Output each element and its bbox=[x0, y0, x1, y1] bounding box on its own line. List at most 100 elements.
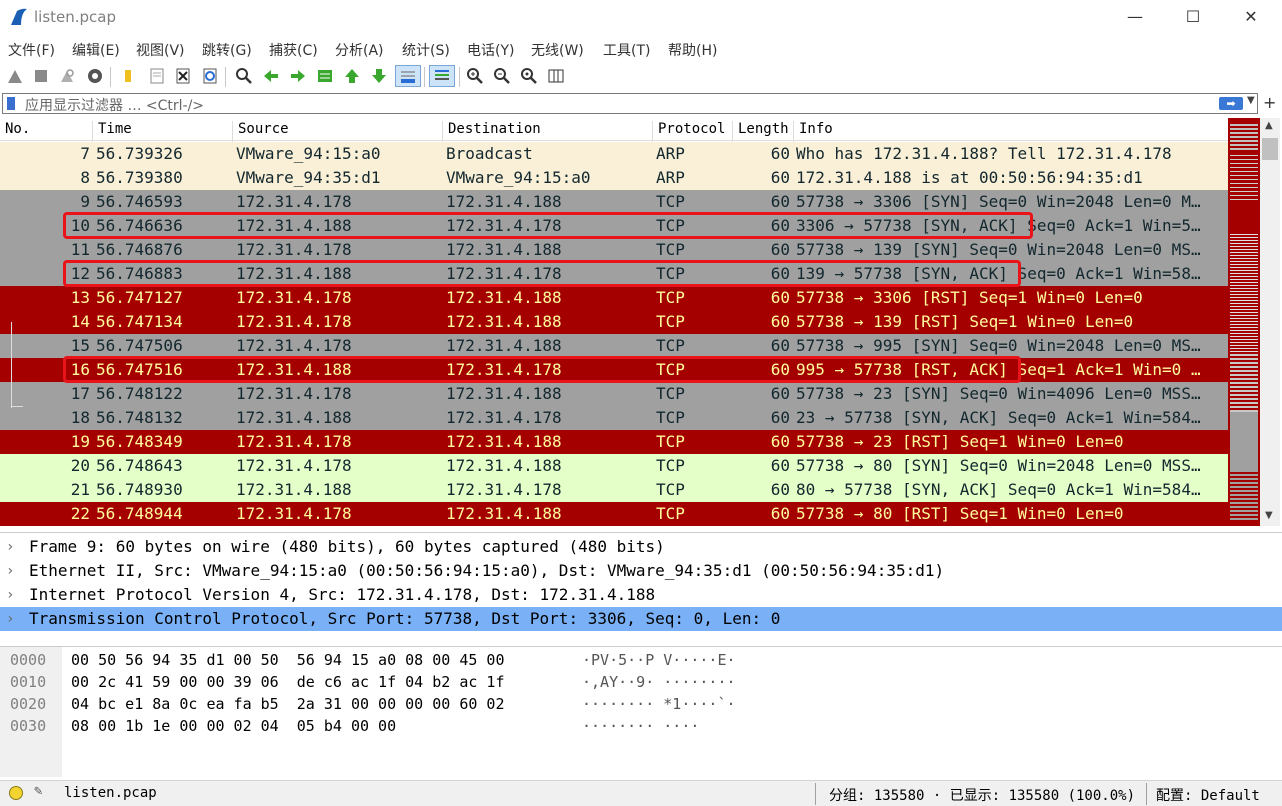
byte-ascii[interactable]: ········ *1····`· bbox=[582, 693, 736, 715]
apply-filter-icon[interactable]: ➡ bbox=[1219, 97, 1243, 110]
scrollbar-thumb[interactable] bbox=[1262, 138, 1278, 160]
go-to-packet-icon[interactable] bbox=[314, 65, 336, 87]
packet-list-scrollbar[interactable]: ▲ ▼ bbox=[1260, 118, 1280, 526]
resize-columns-icon[interactable] bbox=[545, 65, 567, 87]
packet-row[interactable]: 19 56.748349 172.31.4.178 172.31.4.188 TCP 60… bbox=[0, 430, 1228, 454]
byte-hex[interactable]: 00 50 56 94 35 d1 00 50 56 94 15 a0 08 0… bbox=[71, 649, 504, 671]
cell-destination: 172.31.4.178 bbox=[446, 480, 562, 499]
cell-source: 172.31.4.178 bbox=[236, 456, 352, 475]
cell-protocol: TCP bbox=[656, 264, 685, 283]
menu-wireless[interactable]: 无线(W) bbox=[531, 40, 584, 60]
byte-ascii[interactable]: ·,AY··9· ········ bbox=[582, 671, 736, 693]
column-header-info[interactable]: Info bbox=[793, 121, 833, 143]
expert-info-icon[interactable] bbox=[9, 786, 23, 800]
restart-capture-icon[interactable] bbox=[56, 65, 78, 87]
detail-row-tcp[interactable]: › Transmission Control Protocol, Src Por… bbox=[0, 607, 1282, 631]
cell-destination: 172.31.4.188 bbox=[446, 432, 562, 451]
go-forward-icon[interactable] bbox=[287, 65, 309, 87]
find-packet-icon[interactable] bbox=[233, 65, 255, 87]
menu-telephony[interactable]: 电话(Y) bbox=[467, 40, 514, 60]
menu-bar: 文件(F) 编辑(E) 视图(V) 跳转(G) 捕获(C) 分析(A) 统计(S… bbox=[0, 36, 1282, 62]
byte-hex[interactable]: 00 2c 41 59 00 00 39 06 de c6 ac 1f 04 b… bbox=[71, 671, 504, 693]
column-header-length[interactable]: Length bbox=[732, 121, 789, 143]
capture-comment-icon[interactable]: ✎ bbox=[34, 783, 42, 799]
packet-row[interactable]: 11 56.746876 172.31.4.178 172.31.4.188 TCP 60… bbox=[0, 238, 1228, 262]
cell-length: 60 bbox=[770, 288, 790, 307]
menu-capture[interactable]: 捕获(C) bbox=[269, 40, 318, 60]
column-header-destination[interactable]: Destination bbox=[442, 121, 541, 143]
open-file-icon[interactable] bbox=[118, 65, 140, 87]
packet-row[interactable]: 18 56.748132 172.31.4.188 172.31.4.178 TCP 60… bbox=[0, 406, 1228, 430]
menu-tools[interactable]: 工具(T) bbox=[603, 40, 650, 60]
column-header-protocol[interactable]: Protocol bbox=[652, 121, 725, 143]
packet-row[interactable]: 22 56.748944 172.31.4.178 172.31.4.188 TCP 60… bbox=[0, 502, 1228, 526]
cell-protocol: TCP bbox=[656, 480, 685, 499]
cell-info: 57738 → 3306 [RST] Seq=1 Win=0 Len=0 bbox=[796, 288, 1143, 307]
scroll-down-icon[interactable]: ▼ bbox=[1265, 510, 1273, 521]
packet-row[interactable]: 7 56.739326 VMware_94:15:a0 Broadcast ARP 60 W… bbox=[0, 142, 1228, 166]
minimize-button[interactable]: — bbox=[1112, 4, 1158, 32]
menu-analyze[interactable]: 分析(A) bbox=[335, 40, 384, 60]
display-filter-input[interactable]: 应用显示过滤器 … <Ctrl-/> ➡ ▼ bbox=[2, 93, 1258, 114]
auto-scroll-icon[interactable] bbox=[395, 65, 421, 87]
start-capture-icon[interactable] bbox=[4, 65, 26, 87]
colorize-icon[interactable] bbox=[429, 65, 455, 87]
packet-minimap[interactable] bbox=[1228, 118, 1260, 526]
last-packet-icon[interactable] bbox=[368, 65, 390, 87]
maximize-button[interactable]: ☐ bbox=[1170, 4, 1216, 32]
packet-row[interactable]: 13 56.747127 172.31.4.178 172.31.4.188 TCP 60… bbox=[0, 286, 1228, 310]
byte-ascii[interactable]: ·PV·5··P V·····E· bbox=[582, 649, 736, 671]
status-profile[interactable]: 配置: Default bbox=[1156, 785, 1260, 805]
detail-row-ethernet[interactable]: › Ethernet II, Src: VMware_94:15:a0 (00:… bbox=[0, 559, 1282, 583]
column-header-no[interactable]: No. bbox=[0, 121, 30, 143]
cell-no: 7 bbox=[80, 144, 90, 163]
menu-statistics[interactable]: 统计(S) bbox=[402, 40, 450, 60]
packet-row[interactable]: 9 56.746593 172.31.4.178 172.31.4.188 TCP 60 5… bbox=[0, 190, 1228, 214]
packet-row[interactable]: 20 56.748643 172.31.4.178 172.31.4.188 TCP 60… bbox=[0, 454, 1228, 478]
cell-length: 60 bbox=[770, 456, 790, 475]
chevron-down-icon[interactable]: ▼ bbox=[1247, 95, 1255, 106]
packet-row[interactable]: 8 56.739380 VMware_94:35:d1 VMware_94:15:a0… bbox=[0, 166, 1228, 190]
packet-row[interactable]: 17 56.748122 172.31.4.178 172.31.4.188 TCP 60… bbox=[0, 382, 1228, 406]
bookmark-icon[interactable] bbox=[7, 97, 15, 110]
cell-info: 139 → 57738 [SYN, ACK] Seq=0 Ack=1 Win=5… bbox=[796, 264, 1201, 283]
capture-options-icon[interactable] bbox=[84, 65, 106, 87]
chevron-right-icon[interactable]: › bbox=[6, 535, 14, 559]
menu-view[interactable]: 视图(V) bbox=[136, 40, 185, 60]
menu-file[interactable]: 文件(F) bbox=[8, 40, 55, 60]
chevron-right-icon[interactable]: › bbox=[6, 559, 14, 583]
packet-row[interactable]: 16 56.747516 172.31.4.188 172.31.4.178 TCP 60… bbox=[0, 358, 1228, 382]
detail-row-ip[interactable]: › Internet Protocol Version 4, Src: 172.… bbox=[0, 583, 1282, 607]
go-back-icon[interactable] bbox=[260, 65, 282, 87]
menu-go[interactable]: 跳转(G) bbox=[202, 40, 252, 60]
column-header-source[interactable]: Source bbox=[232, 121, 289, 143]
scroll-up-icon[interactable]: ▲ bbox=[1265, 120, 1273, 131]
add-filter-button[interactable]: + bbox=[1263, 93, 1276, 112]
chevron-right-icon[interactable]: › bbox=[6, 607, 14, 631]
cell-source: 172.31.4.188 bbox=[236, 408, 352, 427]
zoom-out-icon[interactable] bbox=[491, 65, 513, 87]
menu-help[interactable]: 帮助(H) bbox=[668, 40, 717, 60]
close-file-icon[interactable] bbox=[172, 65, 194, 87]
packet-row[interactable]: 10 56.746636 172.31.4.188 172.31.4.178 TCP 60… bbox=[0, 214, 1228, 238]
detail-row-frame[interactable]: › Frame 9: 60 bytes on wire (480 bits), … bbox=[0, 535, 1282, 559]
menu-edit[interactable]: 编辑(E) bbox=[72, 40, 120, 60]
chevron-right-icon[interactable]: › bbox=[6, 583, 14, 607]
reload-file-icon[interactable] bbox=[199, 65, 221, 87]
stop-capture-icon[interactable] bbox=[30, 65, 52, 87]
packet-row[interactable]: 21 56.748930 172.31.4.188 172.31.4.178 TCP 60… bbox=[0, 478, 1228, 502]
save-file-icon[interactable] bbox=[146, 65, 168, 87]
packet-row[interactable]: 15 56.747506 172.31.4.178 172.31.4.188 TCP 60… bbox=[0, 334, 1228, 358]
wireshark-fin-icon bbox=[11, 8, 27, 25]
packet-row[interactable]: 12 56.746883 172.31.4.188 172.31.4.178 TCP 60… bbox=[0, 262, 1228, 286]
packet-row[interactable]: 14 56.747134 172.31.4.178 172.31.4.188 TCP 60… bbox=[0, 310, 1228, 334]
zoom-in-icon[interactable] bbox=[464, 65, 486, 87]
zoom-normal-icon[interactable] bbox=[518, 65, 540, 87]
column-header-time[interactable]: Time bbox=[92, 121, 132, 143]
first-packet-icon[interactable] bbox=[341, 65, 363, 87]
close-button[interactable]: ✕ bbox=[1228, 4, 1274, 32]
byte-hex[interactable]: 04 bc e1 8a 0c ea fa b5 2a 31 00 00 00 0… bbox=[71, 693, 504, 715]
cell-length: 60 bbox=[770, 432, 790, 451]
byte-ascii[interactable]: ········ ···· bbox=[582, 715, 699, 737]
byte-hex[interactable]: 08 00 1b 1e 00 00 02 04 05 b4 00 00 bbox=[71, 715, 396, 737]
